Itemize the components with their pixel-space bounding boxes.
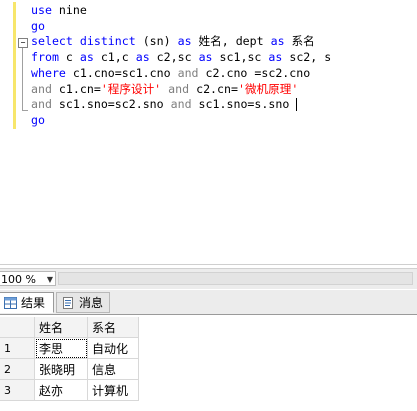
tab-messages[interactable]: 消息	[56, 292, 110, 313]
zoom-bar: 100 % ▼	[0, 268, 417, 289]
code-token: c	[58, 50, 80, 65]
grid-icon	[4, 297, 17, 309]
code-token: select	[31, 34, 73, 49]
row-number[interactable]: 3	[0, 379, 35, 401]
code-token: as	[268, 50, 283, 65]
code-line[interactable]: use nine	[31, 3, 331, 19]
table-row[interactable]: 3 赵亦 计算机	[0, 379, 139, 401]
tab-results-label: 结果	[21, 296, 46, 310]
sql-editor[interactable]: − use nine go select distinct (sn) as 姓名, …	[0, 0, 417, 264]
code-line[interactable]: select distinct (sn) as 姓名, dept as 系名	[31, 34, 331, 50]
column-header-name[interactable]: 姓名	[34, 317, 88, 338]
code-token: use	[31, 3, 52, 17]
tab-messages-label: 消息	[79, 296, 104, 310]
code-token: as	[198, 50, 213, 65]
code-token: '程序设计'	[100, 81, 162, 96]
table-cell[interactable]: 计算机	[87, 379, 139, 401]
corner-cell[interactable]	[0, 317, 35, 338]
chevron-down-icon[interactable]: ▼	[47, 272, 53, 287]
text-caret	[296, 98, 298, 112]
code-token: and	[177, 65, 199, 80]
table-row[interactable]: 2 张晓明 信息	[0, 358, 139, 380]
code-token: as	[135, 50, 150, 65]
code-token: 姓名, dept	[191, 34, 271, 49]
code-token: c1,c	[93, 50, 136, 65]
code-token: as	[79, 50, 94, 65]
table-cell[interactable]: 自动化	[87, 337, 139, 359]
row-number[interactable]: 1	[0, 337, 35, 359]
code-token: nine	[51, 3, 87, 17]
code-token: and	[31, 81, 52, 96]
code-token: sc2, s	[282, 50, 332, 65]
code-line[interactable]: and c1.cn='程序设计' and c2.cn='微机原理'	[31, 82, 331, 98]
horizontal-scrollbar[interactable]	[58, 272, 413, 285]
splitter[interactable]	[0, 264, 417, 265]
document-icon	[63, 297, 73, 309]
fold-line-end	[22, 110, 28, 111]
code-text[interactable]: use nine go select distinct (sn) as 姓名, de…	[31, 3, 331, 129]
code-token: and	[31, 97, 52, 112]
table-cell[interactable]: 信息	[87, 358, 139, 380]
collapse-toggle-icon[interactable]: −	[18, 38, 28, 48]
results-tabs: 结果 消息	[0, 290, 417, 315]
code-line[interactable]: where c1.cno=sc1.cno and c2.cno =sc2.cno	[31, 66, 331, 82]
code-token: where	[31, 65, 66, 80]
code-line[interactable]: go	[31, 113, 331, 129]
column-header-dept[interactable]: 系名	[87, 317, 139, 338]
fold-line	[22, 48, 23, 110]
code-line[interactable]: and sc1.sno=sc2.sno and sc1.sno=s.sno	[31, 97, 331, 113]
code-token: 系名	[284, 34, 315, 49]
table-cell[interactable]: 赵亦	[34, 379, 88, 401]
code-token: from	[31, 50, 59, 65]
zoom-value: 100 %	[1, 273, 36, 286]
change-marker	[13, 2, 16, 129]
code-token: c2,sc	[149, 50, 199, 65]
tab-results[interactable]: 结果	[0, 292, 54, 313]
zoom-select[interactable]: 100 % ▼	[0, 271, 56, 286]
results-table: 姓名 系名 1 李思 自动化 2 张晓明 信息 3 赵亦 计算机	[0, 317, 139, 401]
table-cell[interactable]: 李思	[34, 337, 88, 359]
code-token: distinct	[79, 34, 136, 49]
results-grid[interactable]: 姓名 系名 1 李思 自动化 2 张晓明 信息 3 赵亦 计算机	[0, 315, 417, 411]
code-token: and	[168, 81, 190, 96]
code-token: c1.cno=sc1.cno	[65, 65, 178, 80]
code-token: '微机原理'	[237, 81, 299, 96]
code-token: as	[177, 34, 192, 49]
code-token: sc1.sno=sc2.sno	[51, 97, 171, 112]
code-token: go	[31, 18, 45, 33]
table-row[interactable]: 1 李思 自动化	[0, 337, 139, 359]
table-cell[interactable]: 张晓明	[34, 358, 88, 380]
code-line[interactable]: go	[31, 19, 331, 35]
code-token: sc1.sno=s.sno	[191, 97, 297, 112]
code-token: go	[31, 112, 45, 127]
code-token: c2.cn=	[189, 81, 238, 96]
code-token: sc1,sc	[212, 50, 269, 65]
code-token: c2.cno =sc2.cno	[198, 65, 311, 80]
code-token: (sn)	[135, 34, 178, 49]
header-row: 姓名 系名	[0, 317, 139, 338]
code-token: and	[170, 97, 192, 112]
code-line[interactable]: from c as c1,c as c2,sc as sc1,sc as sc2…	[31, 50, 331, 66]
code-token: c1.cn=	[51, 81, 101, 96]
code-token: as	[270, 34, 285, 49]
row-number[interactable]: 2	[0, 358, 35, 380]
